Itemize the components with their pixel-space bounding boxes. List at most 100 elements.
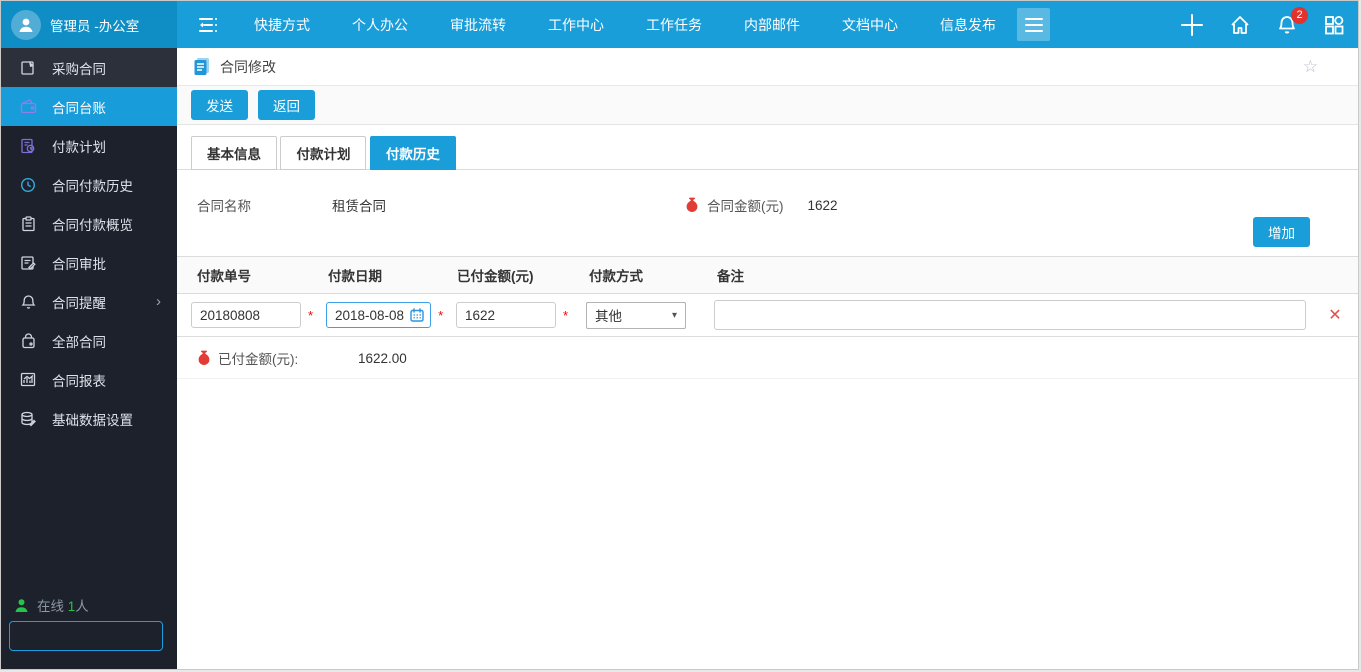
online-suffix: 人 bbox=[75, 599, 89, 614]
contract-summary-form: 合同名称 租赁合同 合同金额(元) 1622 增加 bbox=[177, 170, 1358, 257]
sidebar-item-label: 合同付款概览 bbox=[52, 217, 133, 233]
topbar: 管理员 -办公室 快捷方式 个人办公 审批流转 工作中心 工作任务 内部邮件 文… bbox=[1, 1, 1358, 48]
user-name: 管理员 -办公室 bbox=[50, 18, 140, 34]
paid-amount-input[interactable] bbox=[456, 302, 556, 328]
calendar-icon[interactable] bbox=[410, 308, 424, 322]
sidebar-item-label: 付款计划 bbox=[52, 139, 106, 155]
nav-item-shortcuts[interactable]: 快捷方式 bbox=[233, 15, 331, 35]
nav-item-document-center[interactable]: 文档中心 bbox=[821, 15, 919, 35]
nav-item-internal-mail[interactable]: 内部邮件 bbox=[723, 15, 821, 35]
sidebar-item-label: 合同审批 bbox=[52, 256, 106, 272]
contract-amount-label: 合同金额(元) bbox=[707, 199, 784, 214]
payment-plan-icon bbox=[19, 138, 37, 154]
contract-name-label: 合同名称 bbox=[197, 199, 251, 214]
paid-total-label: 已付金额(元): bbox=[218, 352, 299, 367]
paid-total-summary: 已付金额(元): 1622.00 bbox=[177, 337, 1358, 379]
sidebar-item-contract-ledger[interactable]: 合同台账 bbox=[1, 87, 177, 126]
database-icon bbox=[19, 411, 37, 427]
clipboard-icon bbox=[19, 215, 37, 232]
payment-method-value: 其他 bbox=[595, 309, 622, 324]
nav-item-work-center[interactable]: 工作中心 bbox=[527, 15, 625, 35]
money-bag-icon bbox=[198, 350, 210, 365]
main-content: 合同修改 ☆ 发送 返回 基本信息 付款计划 付款历史 合同名称 租赁合同 合同… bbox=[177, 48, 1358, 669]
contract-amount-value: 1622 bbox=[807, 197, 838, 213]
contract-name-value: 租赁合同 bbox=[332, 199, 386, 214]
tab-payment-plan[interactable]: 付款计划 bbox=[280, 136, 367, 170]
sidebar-collapse-icon[interactable] bbox=[197, 16, 219, 34]
payment-table-row: * 2018-08-08 * * 其他 ▾ bbox=[177, 294, 1358, 337]
application-window: 管理员 -办公室 快捷方式 个人办公 审批流转 工作中心 工作任务 内部邮件 文… bbox=[0, 0, 1359, 670]
tab-bar: 基本信息 付款计划 付款历史 bbox=[177, 125, 1358, 170]
required-marker: * bbox=[308, 307, 314, 323]
sidebar-item-payment-plan[interactable]: 付款计划 bbox=[1, 126, 177, 165]
sidebar-item-label: 合同台账 bbox=[52, 100, 106, 116]
bell-icon bbox=[19, 294, 37, 310]
tab-payment-history[interactable]: 付款历史 bbox=[369, 136, 456, 170]
sidebar: 采购合同 合同台账 付款计划 合同付款历史 合同付款概览 合同审批 合同提醒 ›… bbox=[1, 48, 217, 669]
sidebar-item-contract-approval[interactable]: 合同审批 bbox=[1, 243, 177, 282]
back-button[interactable]: 返回 bbox=[258, 90, 315, 120]
sidebar-item-purchase-contract[interactable]: 采购合同 bbox=[1, 48, 177, 87]
chart-icon bbox=[19, 372, 37, 387]
nav-item-info-publish[interactable]: 信息发布 bbox=[919, 15, 1017, 35]
user-area[interactable]: 管理员 -办公室 bbox=[1, 1, 177, 48]
add-row-button[interactable]: 增加 bbox=[1253, 217, 1310, 247]
contract-amount-group: 合同金额(元) 1622 bbox=[685, 195, 838, 215]
online-status: 在线 1人 bbox=[14, 595, 89, 615]
wallet-icon bbox=[19, 99, 37, 114]
delete-row-icon[interactable]: ✕ bbox=[1328, 305, 1341, 325]
user-avatar-icon bbox=[11, 9, 41, 40]
col-payment-no: 付款单号 bbox=[197, 269, 251, 284]
money-bag-icon bbox=[686, 197, 698, 212]
send-button[interactable]: 发送 bbox=[191, 90, 248, 120]
payment-table-header: 付款单号 付款日期 已付金额(元) 付款方式 备注 bbox=[177, 257, 1358, 294]
bag-icon bbox=[19, 332, 37, 349]
online-label: 在线 bbox=[37, 599, 64, 614]
paid-total-value: 1622.00 bbox=[358, 350, 407, 366]
sidebar-item-contract-reports[interactable]: 合同报表 bbox=[1, 360, 177, 399]
topbar-actions: 2 bbox=[1017, 6, 1358, 41]
menu-hamburger-icon[interactable] bbox=[1017, 8, 1050, 41]
online-user-icon bbox=[15, 598, 28, 612]
sidebar-item-label: 合同报表 bbox=[52, 373, 106, 389]
required-marker: * bbox=[438, 307, 444, 323]
top-navigation: 快捷方式 个人办公 审批流转 工作中心 工作任务 内部邮件 文档中心 信息发布 bbox=[177, 1, 1358, 48]
add-plus-icon[interactable] bbox=[1180, 13, 1204, 37]
sidebar-item-payment-overview[interactable]: 合同付款概览 bbox=[1, 204, 177, 243]
sidebar-item-payment-history[interactable]: 合同付款历史 bbox=[1, 165, 177, 204]
payment-date-value: 2018-08-08 bbox=[335, 307, 405, 323]
home-icon[interactable] bbox=[1229, 14, 1251, 36]
remark-input[interactable] bbox=[714, 300, 1306, 330]
nav-item-approval-flow[interactable]: 审批流转 bbox=[429, 15, 527, 35]
approval-doc-icon bbox=[19, 255, 37, 271]
document-icon bbox=[194, 58, 209, 75]
chevron-down-icon: ▾ bbox=[671, 309, 677, 321]
required-marker: * bbox=[563, 307, 569, 323]
sidebar-item-all-contracts[interactable]: 全部合同 bbox=[1, 321, 177, 360]
sidebar-item-label: 全部合同 bbox=[52, 334, 106, 350]
sidebar-search-input[interactable] bbox=[10, 628, 202, 644]
col-payment-method: 付款方式 bbox=[589, 269, 643, 284]
payment-no-input[interactable] bbox=[191, 302, 301, 328]
notifications-bell-icon[interactable]: 2 bbox=[1276, 6, 1308, 36]
page-title: 合同修改 bbox=[220, 58, 276, 75]
favorite-star-icon[interactable]: ☆ bbox=[1303, 57, 1318, 77]
nav-item-personal-office[interactable]: 个人办公 bbox=[331, 15, 429, 35]
tab-basic-info[interactable]: 基本信息 bbox=[191, 136, 277, 170]
contract-doc-icon bbox=[19, 60, 37, 76]
sidebar-item-label: 基础数据设置 bbox=[52, 412, 133, 428]
sidebar-item-label: 合同付款历史 bbox=[52, 178, 133, 194]
col-remark: 备注 bbox=[717, 269, 744, 284]
sidebar-search-box bbox=[9, 621, 217, 651]
sidebar-item-contract-reminder[interactable]: 合同提醒 › bbox=[1, 282, 177, 321]
apps-grid-icon[interactable] bbox=[1323, 14, 1345, 36]
nav-item-work-tasks[interactable]: 工作任务 bbox=[625, 15, 723, 35]
sidebar-item-base-data-settings[interactable]: 基础数据设置 bbox=[1, 399, 177, 438]
clock-icon bbox=[19, 177, 37, 193]
toolbar: 发送 返回 bbox=[177, 86, 1358, 125]
sidebar-item-label: 合同提醒 bbox=[52, 295, 106, 311]
payment-method-select[interactable]: 其他 ▾ bbox=[586, 301, 686, 329]
payment-date-input[interactable]: 2018-08-08 bbox=[326, 302, 432, 328]
submenu-chevron-icon: › bbox=[156, 293, 161, 310]
notification-badge: 2 bbox=[1291, 6, 1308, 24]
